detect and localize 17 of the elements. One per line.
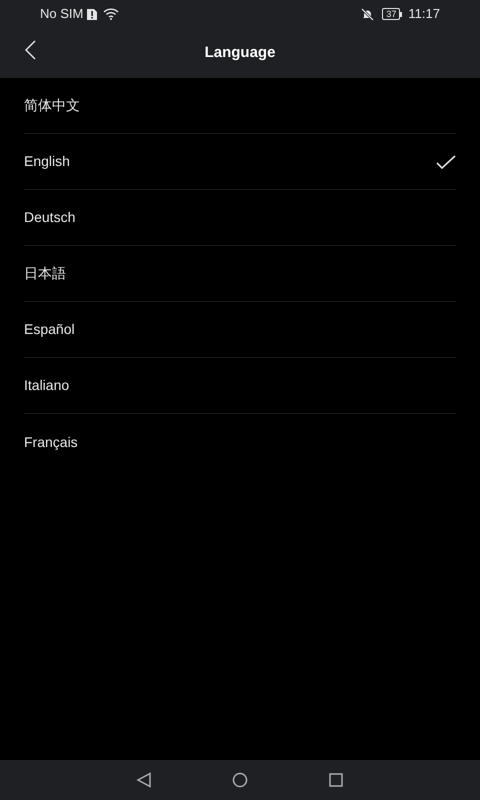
home-nav-icon[interactable] xyxy=(232,772,248,788)
battery-icon: 37 xyxy=(382,8,402,20)
page-title: Language xyxy=(204,42,276,63)
language-option[interactable]: Deutsch xyxy=(24,190,456,246)
language-option[interactable]: Español xyxy=(24,302,456,358)
sim-alert-icon xyxy=(86,8,98,20)
back-nav-icon[interactable] xyxy=(136,772,152,788)
language-option[interactable]: Italiano xyxy=(24,358,456,414)
clock-text: 11:17 xyxy=(408,5,440,24)
muted-bell-icon xyxy=(361,8,374,20)
wifi-icon xyxy=(103,8,120,20)
recents-nav-icon[interactable] xyxy=(328,772,344,788)
language-option[interactable]: 日本語 xyxy=(24,246,456,302)
carrier-text: No SIM xyxy=(40,5,84,24)
language-option[interactable]: 简体中文 xyxy=(24,78,456,134)
language-option[interactable]: English xyxy=(24,134,456,190)
language-option[interactable]: Français xyxy=(24,414,456,470)
